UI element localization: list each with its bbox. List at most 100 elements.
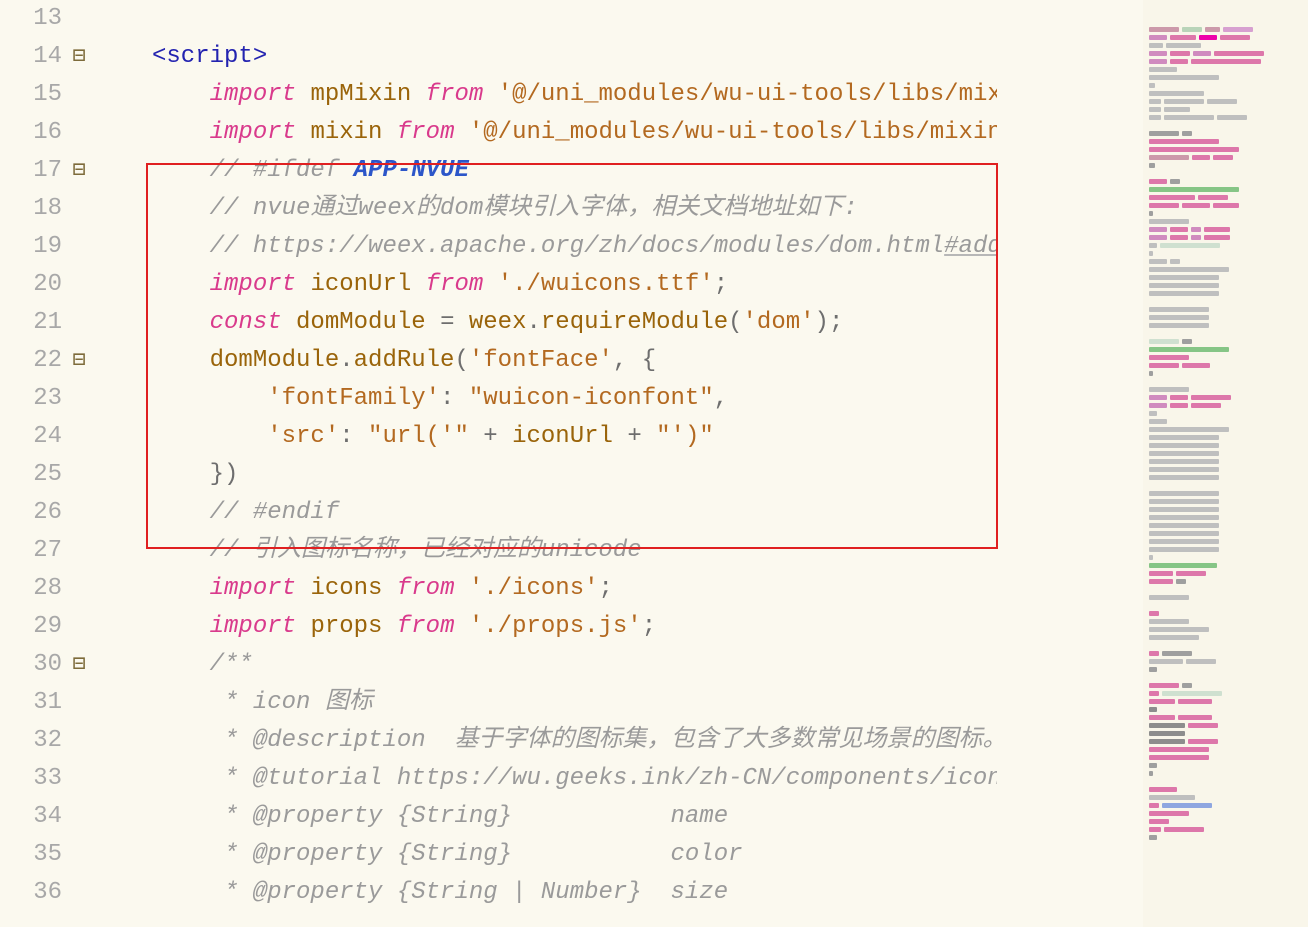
minimap-line [1149, 456, 1298, 462]
minimap-line [1149, 800, 1298, 806]
fold-toggle[interactable]: ⊟ [68, 646, 90, 684]
code-content[interactable]: }) [152, 456, 997, 494]
minimap-line [1149, 176, 1298, 182]
code-line[interactable]: 29 import props from './props.js'; [0, 608, 997, 646]
code-content[interactable]: import mpMixin from '@/uni_modules/wu-ui… [152, 76, 997, 114]
minimap-line [1149, 520, 1298, 526]
code-line[interactable]: 32 * @description 基于字体的图标集，包含了大多数常见场景的图标… [0, 722, 997, 760]
code-content[interactable]: import props from './props.js'; [152, 608, 997, 646]
minimap-line [1149, 488, 1298, 494]
code-line[interactable]: 30⊟ /** [0, 646, 997, 684]
code-line[interactable]: 33 * @tutorial https://wu.geeks.ink/zh-C… [0, 760, 997, 798]
minimap-line [1149, 120, 1298, 126]
minimap-line [1149, 776, 1298, 782]
code-content[interactable]: // 引入图标名称，已经对应的unicode [152, 532, 997, 570]
line-number: 17 [0, 152, 68, 190]
minimap-line [1149, 512, 1298, 518]
code-content[interactable]: // #endif [152, 494, 997, 532]
minimap-line [1149, 632, 1298, 638]
code-content[interactable]: 'fontFamily': "wuicon-iconfont", [152, 380, 997, 418]
line-number: 15 [0, 76, 68, 114]
line-number: 14 [0, 38, 68, 76]
minimap-line [1149, 128, 1298, 134]
minimap-line [1149, 544, 1298, 550]
minimap-line [1149, 584, 1298, 590]
minimap-line [1149, 560, 1298, 566]
line-number: 34 [0, 798, 68, 836]
code-line[interactable]: 16 import mixin from '@/uni_modules/wu-u… [0, 114, 997, 152]
code-line[interactable]: 28 import icons from './icons'; [0, 570, 997, 608]
code-content[interactable]: const domModule = weex.requireModule('do… [152, 304, 997, 342]
minimap-line [1149, 808, 1298, 814]
code-line[interactable]: 21 const domModule = weex.requireModule(… [0, 304, 997, 342]
minimap-line [1149, 768, 1298, 774]
code-content[interactable]: import iconUrl from './wuicons.ttf'; [152, 266, 997, 304]
code-line[interactable]: 23 'fontFamily': "wuicon-iconfont", [0, 380, 997, 418]
line-number: 29 [0, 608, 68, 646]
code-content[interactable]: * icon 图标 [152, 684, 997, 722]
code-line[interactable]: 34 * @property {String} name 图标名称，若带有 [0, 798, 997, 836]
code-line[interactable]: 27 // 引入图标名称，已经对应的unicode [0, 532, 997, 570]
line-number: 33 [0, 760, 68, 798]
minimap-line [1149, 760, 1298, 766]
code-content[interactable]: * @tutorial https://wu.geeks.ink/zh-CN/c… [152, 760, 997, 798]
minimap-line [1149, 72, 1298, 78]
code-line[interactable]: 14⊟ <script> [0, 38, 997, 76]
line-number: 27 [0, 532, 68, 570]
code-content[interactable]: /** [152, 646, 997, 684]
code-editor[interactable]: 1314⊟<script>15 import mpMixin from '@/u… [0, 0, 997, 927]
code-line[interactable]: 17⊟ // #ifdef APP-NVUE [0, 152, 997, 190]
minimap-line [1149, 272, 1298, 278]
minimap-line [1149, 448, 1298, 454]
fold-toggle[interactable]: ⊟ [68, 152, 90, 190]
minimap-line [1149, 640, 1298, 646]
fold-toggle[interactable]: ⊟ [68, 38, 90, 76]
line-number: 16 [0, 114, 68, 152]
minimap-line [1149, 80, 1298, 86]
code-content[interactable]: import icons from './icons'; [152, 570, 997, 608]
minimap-line [1149, 376, 1298, 382]
fold-toggle[interactable]: ⊟ [68, 342, 90, 380]
code-line[interactable]: 35 * @property {String} color 图标颜色,可接受主 [0, 836, 997, 874]
line-number: 24 [0, 418, 68, 456]
code-line[interactable]: 22⊟ domModule.addRule('fontFace', { [0, 342, 997, 380]
code-line[interactable]: 19 // https://weex.apache.org/zh/docs/mo… [0, 228, 997, 266]
code-line[interactable]: 36 * @property {String | Number} size 图标… [0, 874, 997, 912]
minimap-line [1149, 792, 1298, 798]
code-line[interactable]: 20 import iconUrl from './wuicons.ttf'; [0, 266, 997, 304]
code-content[interactable]: * @description 基于字体的图标集，包含了大多数常见场景的图标。 [152, 722, 997, 760]
line-number: 30 [0, 646, 68, 684]
code-content[interactable]: domModule.addRule('fontFace', { [152, 342, 997, 380]
code-content[interactable]: * @property {String} color 图标颜色,可接受主 [152, 836, 997, 874]
code-line[interactable]: 31 * icon 图标 [0, 684, 997, 722]
minimap-line [1149, 16, 1298, 22]
code-content[interactable]: // #ifdef APP-NVUE [152, 152, 997, 190]
code-line[interactable]: 18 // nvue通过weex的dom模块引入字体，相关文档地址如下: [0, 190, 997, 228]
minimap-line [1149, 256, 1298, 262]
code-content[interactable]: // nvue通过weex的dom模块引入字体，相关文档地址如下: [152, 190, 997, 228]
code-content[interactable]: // https://weex.apache.org/zh/docs/modul… [152, 228, 997, 266]
line-number: 23 [0, 380, 68, 418]
minimap-line [1149, 816, 1298, 822]
code-content[interactable]: import mixin from '@/uni_modules/wu-ui-t… [152, 114, 997, 152]
minimap-line [1149, 32, 1298, 38]
minimap-line [1149, 704, 1298, 710]
code-content[interactable]: * @property {String} name 图标名称，若带有 [152, 798, 997, 836]
minimap[interactable] [1143, 0, 1308, 927]
code-line[interactable]: 13 [0, 0, 997, 38]
code-line[interactable]: 15 import mpMixin from '@/uni_modules/wu… [0, 76, 997, 114]
code-content[interactable]: <script> [152, 38, 997, 76]
minimap-line [1149, 472, 1298, 478]
code-line[interactable]: 25 }) [0, 456, 997, 494]
code-content[interactable]: * @property {String | Number} size 图标字体大… [152, 874, 997, 912]
code-content[interactable]: 'src': "url('" + iconUrl + "')" [152, 418, 997, 456]
code-line[interactable]: 26 // #endif [0, 494, 997, 532]
minimap-line [1149, 208, 1298, 214]
line-number: 26 [0, 494, 68, 532]
minimap-line [1149, 616, 1298, 622]
minimap-line [1149, 440, 1298, 446]
code-line[interactable]: 24 'src': "url('" + iconUrl + "')" [0, 418, 997, 456]
minimap-line [1149, 384, 1298, 390]
minimap-line [1149, 8, 1298, 14]
minimap-line [1149, 296, 1298, 302]
